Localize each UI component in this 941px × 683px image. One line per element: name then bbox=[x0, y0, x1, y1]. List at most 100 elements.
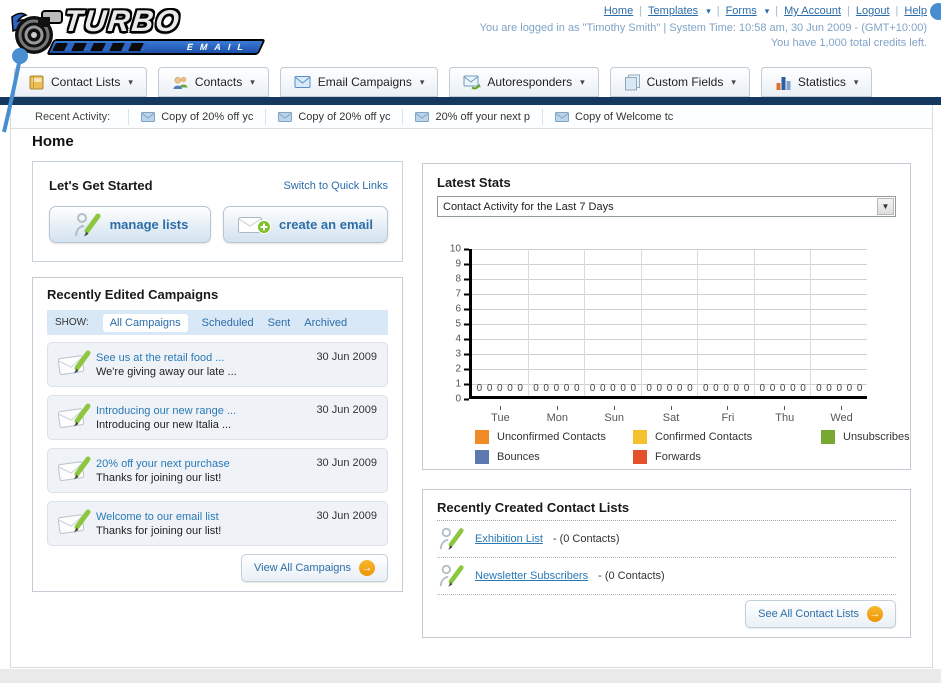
data-value-labels: 00000 bbox=[816, 383, 863, 394]
chart-column: 00000 bbox=[585, 249, 642, 396]
tab-custom-fields[interactable]: Custom Fields ▾ bbox=[609, 67, 750, 97]
chevron-down-icon: ▾ bbox=[580, 76, 585, 87]
manage-lists-label: manage lists bbox=[109, 217, 189, 232]
chart-column: 00000 bbox=[755, 249, 812, 396]
contact-list-item: Exhibition List - (0 Contacts) bbox=[437, 521, 896, 558]
campaign-date: 30 Jun 2009 bbox=[316, 351, 377, 363]
chart-column: 00000 bbox=[529, 249, 586, 396]
data-value-labels: 00000 bbox=[589, 383, 637, 394]
tab-autoresponders[interactable]: Autoresponders ▾ bbox=[449, 67, 599, 97]
campaign-subtitle: We're giving away our late ... bbox=[96, 365, 237, 378]
campaign-title-link[interactable]: Introducing our new range ... bbox=[96, 404, 316, 418]
statistics-icon bbox=[776, 76, 791, 90]
chevron-down-icon: ▾ bbox=[128, 76, 133, 87]
tab-email-campaigns[interactable]: Email Campaigns ▾ bbox=[279, 67, 439, 97]
nav-separator: | bbox=[847, 5, 850, 17]
recent-activity-item[interactable]: 20% off your next p bbox=[402, 108, 542, 125]
y-tick: 4 bbox=[455, 334, 469, 345]
contact-activity-chart: 10 9 8 7 6 5 4 3 2 1 0 000000000000000000000000000… bbox=[437, 234, 910, 464]
see-all-contact-lists-label: See All Contact Lists bbox=[758, 608, 859, 620]
y-tick: 2 bbox=[455, 364, 469, 375]
legend-swatch-icon bbox=[633, 430, 647, 444]
activity-item-label: Copy of Welcome tc bbox=[575, 110, 674, 123]
recent-activity-item[interactable]: Copy of 20% off yc bbox=[128, 108, 265, 125]
tab-statistics[interactable]: Statistics ▾ bbox=[760, 67, 873, 97]
campaign-row: Welcome to our email list Thanks for joi… bbox=[47, 501, 388, 546]
see-all-contact-lists-button[interactable]: See All Contact Lists → bbox=[745, 600, 896, 628]
envelope-icon bbox=[141, 111, 156, 122]
recent-activity-item[interactable]: Copy of Welcome tc bbox=[542, 108, 685, 125]
page-title: Home bbox=[32, 133, 74, 150]
stats-period-select[interactable]: Contact Activity for the Last 7 Days ▼ bbox=[437, 196, 896, 217]
legend-swatch-icon bbox=[821, 430, 835, 444]
campaign-title-link[interactable]: 20% off your next purchase bbox=[96, 457, 316, 471]
turbo-email-logo: TURBO EMAIL bbox=[6, 3, 276, 59]
chart-legend: Unconfirmed Contacts Confirmed Contacts Un… bbox=[475, 430, 910, 464]
campaign-subtitle: Thanks for joining our list! bbox=[96, 524, 222, 537]
x-tick-label: Sat bbox=[643, 406, 700, 424]
contact-list-detail: - (0 Contacts) bbox=[552, 533, 620, 545]
create-email-button[interactable]: create an email bbox=[223, 206, 388, 243]
nav-link-help[interactable]: Help bbox=[904, 5, 927, 17]
nav-link-logout[interactable]: Logout bbox=[856, 5, 890, 17]
recent-activity-item[interactable]: Copy of 20% off yc bbox=[265, 108, 402, 125]
nav-link-templates[interactable]: Templates bbox=[648, 5, 698, 17]
create-email-label: create an email bbox=[279, 217, 373, 232]
nav-link-forms[interactable]: Forms bbox=[726, 5, 757, 17]
logo-subtitle: EMAIL bbox=[185, 42, 252, 52]
y-tick: 1 bbox=[455, 379, 469, 390]
campaigns-panel: Recently Edited Campaigns SHOW: All Camp… bbox=[32, 277, 403, 592]
view-all-campaigns-button[interactable]: View All Campaigns → bbox=[240, 554, 388, 582]
legend-item: Forwards bbox=[633, 450, 821, 464]
campaign-title-link[interactable]: See us at the retail food ... bbox=[96, 351, 316, 365]
y-tick: 8 bbox=[455, 274, 469, 285]
view-all-campaigns-label: View All Campaigns bbox=[253, 562, 351, 574]
y-tick: 6 bbox=[455, 304, 469, 315]
contact-lists-body: Exhibition List - (0 Contacts) Newslette… bbox=[437, 520, 896, 595]
filter-all-campaigns[interactable]: All Campaigns bbox=[102, 313, 188, 332]
filter-scheduled[interactable]: Scheduled bbox=[202, 317, 254, 329]
main-nav-tabs: Contact Lists ▾ Contacts ▾ Email Campaig… bbox=[14, 67, 873, 97]
select-dropdown-icon: ▼ bbox=[877, 198, 894, 215]
x-tick-label: Sun bbox=[586, 406, 643, 424]
nav-link-home[interactable]: Home bbox=[604, 5, 633, 17]
x-tick-label: Mon bbox=[529, 406, 586, 424]
contact-lists-icon bbox=[29, 75, 44, 89]
x-tick-label: Tue bbox=[472, 406, 529, 424]
y-tick: 9 bbox=[455, 259, 469, 270]
legend-item: Unsubscribes bbox=[821, 430, 910, 444]
contact-list-link[interactable]: Exhibition List bbox=[475, 533, 543, 545]
tab-label: Custom Fields bbox=[646, 75, 724, 89]
nav-separator: | bbox=[716, 5, 720, 17]
contact-list-link[interactable]: Newsletter Subscribers bbox=[475, 570, 588, 582]
activity-item-label: Copy of 20% off yc bbox=[161, 110, 254, 123]
filter-archived[interactable]: Archived bbox=[304, 317, 347, 329]
switch-to-quick-links[interactable]: Switch to Quick Links bbox=[283, 180, 388, 192]
legend-item: Bounces bbox=[475, 450, 633, 464]
campaign-date: 30 Jun 2009 bbox=[316, 404, 377, 416]
logo-email-bar: EMAIL bbox=[46, 39, 266, 55]
tab-label: Statistics bbox=[797, 75, 846, 89]
annotation-dot bbox=[930, 3, 941, 20]
chart-x-axis: Tue Mon Sun Sat Fri Thu Wed bbox=[472, 406, 870, 424]
tab-contact-lists[interactable]: Contact Lists ▾ bbox=[14, 67, 147, 97]
chevron-down-icon: ▾ bbox=[764, 5, 770, 16]
nav-link-my-account[interactable]: My Account bbox=[784, 5, 841, 17]
envelope-pencil-icon bbox=[57, 456, 91, 481]
chevron-down-icon: ▾ bbox=[853, 76, 859, 87]
filter-sent[interactable]: Sent bbox=[268, 317, 291, 329]
data-value-labels: 00000 bbox=[533, 383, 580, 394]
tab-contacts[interactable]: Contacts ▾ bbox=[157, 67, 269, 97]
legend-swatch-icon bbox=[633, 450, 647, 464]
nav-separator: | bbox=[775, 5, 779, 17]
contact-lists-title: Recently Created Contact Lists bbox=[437, 500, 630, 515]
campaigns-filter-bar: SHOW: All Campaigns Scheduled Sent Archi… bbox=[47, 310, 388, 335]
data-value-labels: 00000 bbox=[646, 383, 693, 394]
x-tick-label: Fri bbox=[699, 406, 756, 424]
chart-y-axis: 10 9 8 7 6 5 4 3 2 1 0 bbox=[437, 244, 469, 405]
autoresponders-icon bbox=[463, 75, 481, 90]
people-pencil-icon bbox=[439, 564, 464, 587]
campaign-title-link[interactable]: Welcome to our email list bbox=[96, 510, 316, 524]
envelope-pencil-icon bbox=[57, 509, 91, 534]
manage-lists-button[interactable]: manage lists bbox=[49, 206, 211, 243]
